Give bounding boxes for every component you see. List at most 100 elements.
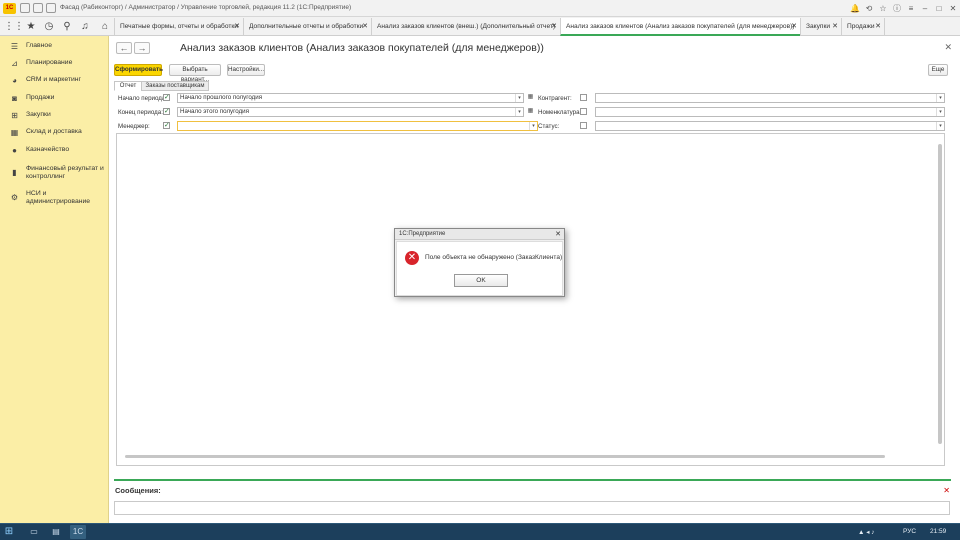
status-field[interactable]: ▾ xyxy=(595,121,945,131)
close-tab-icon[interactable]: ✕ xyxy=(875,22,881,30)
home-icon[interactable]: ⌂ xyxy=(97,20,113,33)
report-result-area[interactable] xyxy=(116,133,945,466)
sidebar-item-main[interactable]: ☰ Главное xyxy=(0,40,109,54)
period-start-checkbox[interactable]: ✓ xyxy=(163,94,170,101)
close-tab-icon[interactable]: ✕ xyxy=(362,22,368,30)
tab-sales[interactable]: Продажи ✕ xyxy=(841,18,885,36)
search-icon[interactable]: ⚲ xyxy=(59,20,75,33)
tab-additional-reports[interactable]: Дополнительные отчеты и обработки ✕ xyxy=(243,18,371,36)
dialog-message: Поле объекта не обнаружено (ЗаказКлиента… xyxy=(425,254,563,261)
dropdown-icon[interactable]: ▾ xyxy=(515,108,523,116)
close-tab-icon[interactable]: ✕ xyxy=(551,22,557,30)
messages-panel[interactable] xyxy=(114,501,950,515)
save-icon[interactable] xyxy=(20,3,30,13)
counterparty-checkbox[interactable] xyxy=(580,94,587,101)
menu-icon[interactable]: ≡ xyxy=(904,0,918,17)
sidebar-item-label: Финансовый результат и контроллинг xyxy=(26,165,104,180)
counterparty-label: Контрагент: xyxy=(538,95,572,102)
horizontal-scrollbar[interactable] xyxy=(125,455,885,458)
bag-icon: ◙ xyxy=(12,94,17,103)
star-icon[interactable]: ☆ xyxy=(876,0,890,17)
coin-icon: ● xyxy=(12,146,17,155)
close-tab-icon[interactable]: ✕ xyxy=(791,22,797,30)
close-window-icon[interactable]: ✕ xyxy=(946,0,960,17)
windows-start-icon[interactable]: ⊞ xyxy=(2,525,16,539)
error-dialog: 1С:Предприятие ✕ ✕ Поле объекта не обнар… xyxy=(394,228,565,297)
folder-icon[interactable]: ▤ xyxy=(48,525,64,539)
close-tab-icon[interactable]: ✕ xyxy=(234,22,240,30)
os-taskbar: ⊞ ▭ ▤ 1С ▲ ◂ ♪ РУС 21:59 xyxy=(0,523,960,540)
tab-report[interactable]: Отчет xyxy=(114,81,142,91)
back-button[interactable]: ← xyxy=(116,42,132,54)
calendar-icon[interactable]: ▦ xyxy=(526,93,535,102)
close-tab-icon[interactable]: ✕ xyxy=(832,22,838,30)
dropdown-icon[interactable]: ▾ xyxy=(936,108,944,116)
sidebar-item-treasury[interactable]: ● Казначейство xyxy=(0,144,109,158)
period-end-field[interactable]: Начало этого полугодия ▾ xyxy=(177,107,524,117)
favorites-star-icon[interactable]: ★ xyxy=(23,20,39,33)
tab-customer-orders-analysis[interactable]: Анализ заказов клиентов (Анализ заказов … xyxy=(560,18,800,36)
sidebar-item-warehouse[interactable]: ▦ Склад и доставка xyxy=(0,126,109,140)
chart-icon: ⊿ xyxy=(11,59,18,68)
minimize-icon[interactable]: – xyxy=(918,0,932,17)
generate-button[interactable]: Сформировать xyxy=(114,64,163,76)
sidebar-item-admin[interactable]: ⚙ НСИ и администрирование xyxy=(0,188,109,208)
copy-icon[interactable] xyxy=(33,3,43,13)
sidebar-item-purchases[interactable]: ⊞ Закупки xyxy=(0,109,109,123)
clock[interactable]: 21:59 xyxy=(930,528,946,535)
sidebar-item-crm[interactable]: ◕ CRM и маркетинг xyxy=(0,74,109,88)
close-messages-icon[interactable]: ✕ xyxy=(943,486,950,495)
apps-grid-icon[interactable]: ⋮⋮ xyxy=(4,20,24,33)
manager-field[interactable]: ▾ xyxy=(177,121,538,131)
vertical-scrollbar[interactable] xyxy=(938,144,942,444)
onec-app-icon[interactable]: 1С xyxy=(70,525,86,539)
explorer-icon[interactable]: ▭ xyxy=(26,525,42,539)
tab-label: Закупки xyxy=(806,23,831,30)
keyboard-language[interactable]: РУС xyxy=(903,528,916,535)
settings-button[interactable]: Настройки... xyxy=(227,64,265,76)
manager-label: Менеджер: xyxy=(118,123,150,130)
dropdown-icon[interactable]: ▾ xyxy=(936,122,944,130)
tab-supplier-orders[interactable]: Заказы поставщикам xyxy=(141,81,209,91)
choose-variant-button[interactable]: Выбрать вариант... xyxy=(169,64,221,83)
info-icon[interactable]: ⓘ xyxy=(890,0,904,17)
messages-title: Сообщения: xyxy=(115,486,161,495)
counterparty-field[interactable]: ▾ xyxy=(595,93,945,103)
sidebar-item-finance[interactable]: ▮ Финансовый результат и контроллинг xyxy=(0,163,109,183)
bars-icon: ▮ xyxy=(12,168,17,177)
sidebar-item-label: Планирование xyxy=(26,59,73,66)
sidebar-item-sales[interactable]: ◙ Продажи xyxy=(0,92,109,106)
tab-purchases[interactable]: Закупки ✕ xyxy=(800,18,841,36)
list-icon: ☰ xyxy=(10,42,19,51)
nomenclature-checkbox[interactable] xyxy=(580,108,587,115)
dropdown-icon[interactable]: ▾ xyxy=(529,122,537,130)
calendar-icon[interactable]: ▦ xyxy=(526,107,535,116)
bell-icon[interactable]: 🔔 xyxy=(848,0,862,17)
tray-icons[interactable]: ▲ ◂ ♪ xyxy=(858,528,875,536)
sidebar-item-label: Продажи xyxy=(26,94,55,101)
cart-icon: ⊞ xyxy=(11,111,18,120)
close-form-icon[interactable]: ✕ xyxy=(944,42,952,53)
period-start-field[interactable]: Начало прошлого полугодия ▾ xyxy=(177,93,524,103)
print-icon[interactable] xyxy=(46,3,56,13)
window-titlebar: 1С Фасад (Рабиконторг) / Администратор /… xyxy=(0,0,960,17)
history-clock-icon[interactable]: ◷ xyxy=(41,20,57,33)
more-button[interactable]: Еще xyxy=(928,64,948,76)
tab-print-forms[interactable]: Печатные формы, отчеты и обработки ✕ xyxy=(114,18,243,36)
dropdown-icon[interactable]: ▾ xyxy=(936,94,944,102)
manager-checkbox[interactable]: ✓ xyxy=(163,122,170,129)
status-checkbox[interactable] xyxy=(580,122,587,129)
tab-external-report[interactable]: Анализ заказов клиентов (внеш.) (Дополни… xyxy=(371,18,560,36)
history-icon[interactable]: ⟲ xyxy=(862,0,876,17)
window-controls: 🔔 ⟲ ☆ ⓘ ≡ – □ ✕ xyxy=(848,0,960,17)
ok-button[interactable]: OK xyxy=(454,274,508,287)
notifications-bell-icon[interactable]: ♫ xyxy=(77,20,93,33)
nomenclature-field[interactable]: ▾ xyxy=(595,107,945,117)
error-icon: ✕ xyxy=(405,251,419,265)
close-dialog-icon[interactable]: ✕ xyxy=(555,229,561,240)
maximize-icon[interactable]: □ xyxy=(932,0,946,17)
period-end-checkbox[interactable]: ✓ xyxy=(163,108,170,115)
sidebar-item-planning[interactable]: ⊿ Планирование xyxy=(0,57,109,71)
forward-button[interactable]: → xyxy=(134,42,150,54)
dropdown-icon[interactable]: ▾ xyxy=(515,94,523,102)
